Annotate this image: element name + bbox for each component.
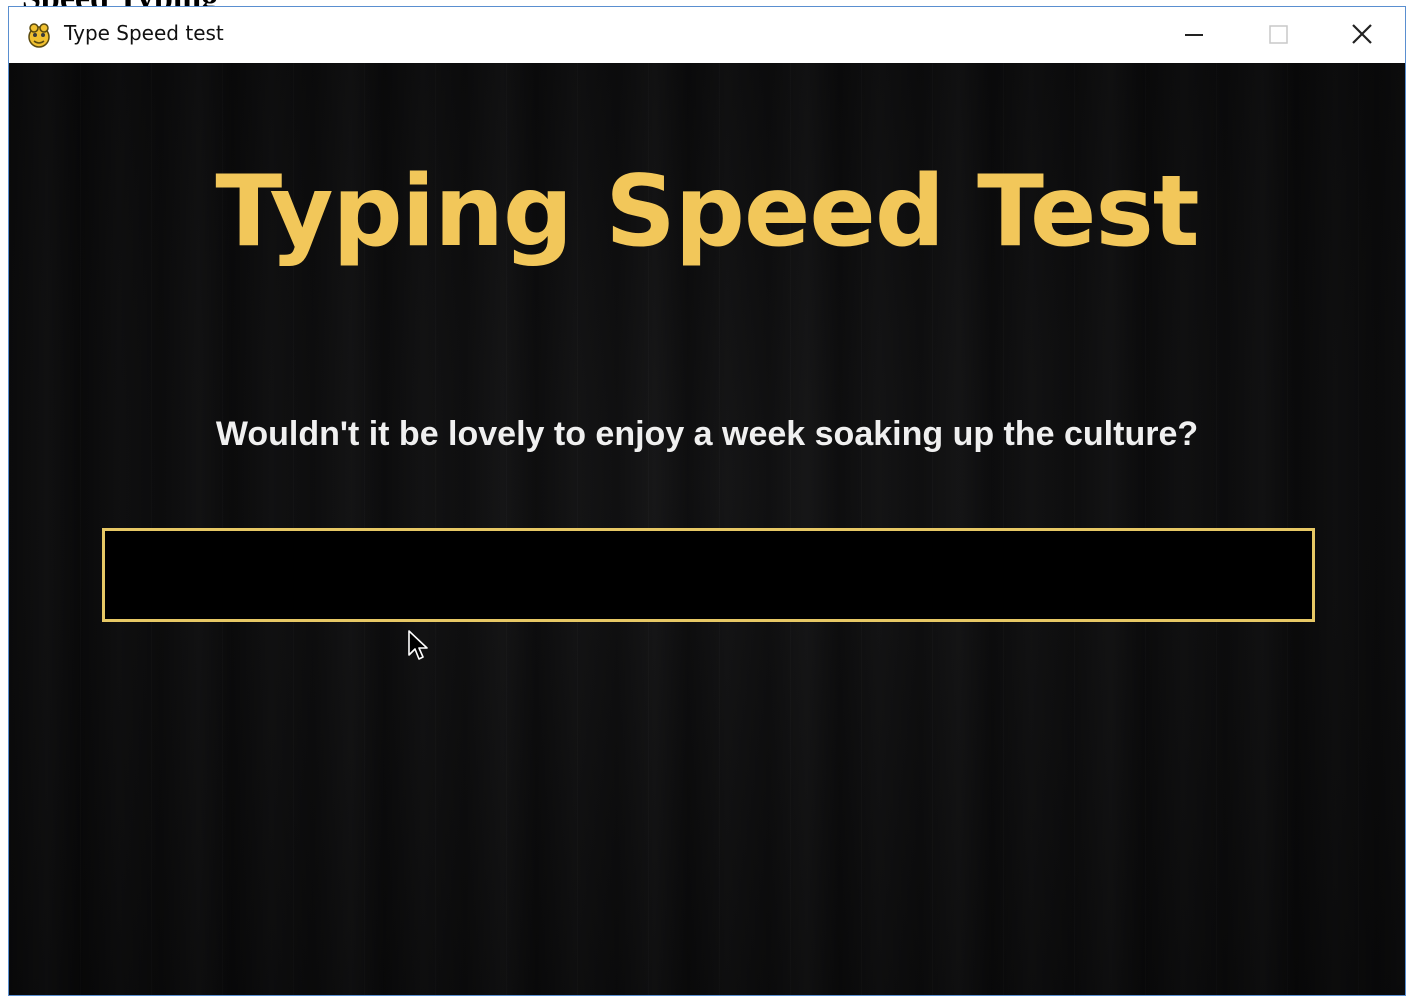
app-window: Type Speed test Typing Speed Test Wouldn…	[8, 6, 1406, 996]
close-icon	[1352, 24, 1372, 44]
window-titlebar[interactable]: Type Speed test	[9, 7, 1405, 63]
game-canvas[interactable]: Typing Speed Test Wouldn't it be lovely …	[9, 63, 1405, 995]
typing-input[interactable]	[102, 528, 1315, 622]
maximize-icon	[1269, 25, 1288, 44]
minimize-button[interactable]	[1152, 7, 1236, 63]
window-title: Type Speed test	[64, 21, 224, 45]
mouse-pointer-icon	[408, 630, 428, 660]
minimize-icon	[1185, 34, 1203, 36]
pygame-snake-icon	[25, 21, 53, 49]
game-title: Typing Speed Test	[215, 155, 1199, 269]
close-button[interactable]	[1320, 7, 1404, 63]
maximize-button[interactable]	[1236, 7, 1320, 63]
target-sentence: Wouldn't it be lovely to enjoy a week so…	[215, 415, 1199, 453]
